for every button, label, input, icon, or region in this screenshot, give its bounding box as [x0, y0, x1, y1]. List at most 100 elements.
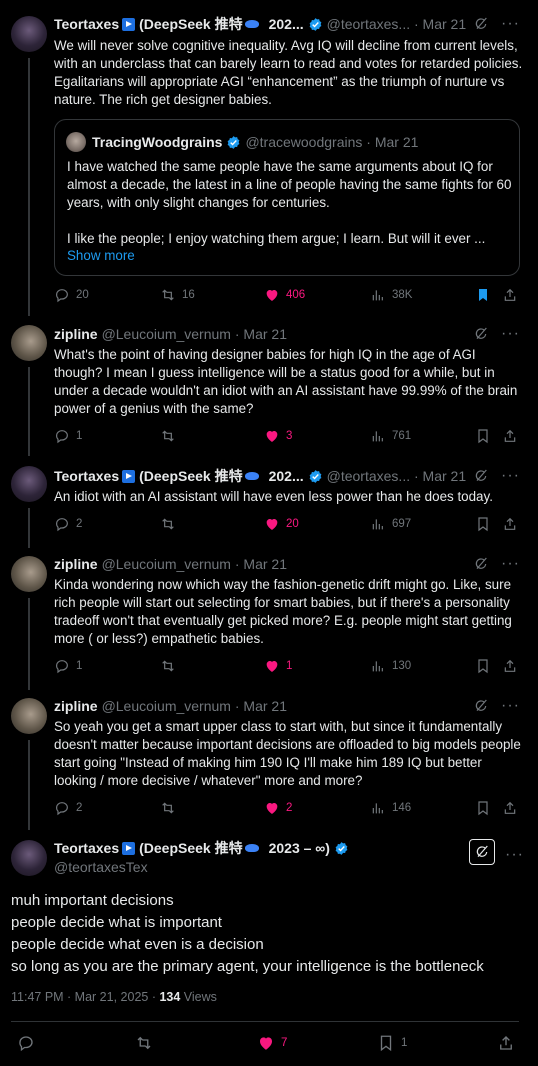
bookmark-button[interactable] — [475, 287, 497, 303]
quoted-tweet[interactable]: TracingWoodgrains @tracewoodgrains · Mar… — [54, 119, 520, 276]
reply-button[interactable]: 2 — [54, 516, 82, 532]
display-name[interactable]: zipline — [54, 698, 98, 714]
share-button[interactable] — [502, 800, 524, 816]
share-button[interactable] — [502, 287, 524, 303]
bookmark-icon — [475, 516, 491, 532]
handle[interactable]: @teortaxesTex — [54, 859, 148, 875]
display-name[interactable]: zipline — [54, 556, 98, 572]
avatar[interactable] — [11, 325, 47, 361]
heart-icon — [264, 658, 280, 674]
avatar[interactable] — [11, 698, 47, 734]
share-button[interactable] — [502, 516, 524, 532]
avatar[interactable] — [11, 840, 47, 876]
timestamp[interactable]: Mar 21 — [243, 326, 287, 342]
handle[interactable]: @Leucoium_vernum — [102, 326, 231, 342]
views-button[interactable]: 130 — [370, 658, 411, 674]
bookmark-button[interactable] — [475, 658, 497, 674]
text-line: people decide what is important — [11, 914, 222, 931]
grok-icon[interactable] — [473, 556, 489, 572]
tweet[interactable]: Teortaxes (DeepSeek 推特 202... @teortaxes… — [0, 458, 538, 550]
grok-icon[interactable] — [473, 698, 489, 714]
grok-icon[interactable] — [473, 326, 489, 342]
repost-icon — [160, 658, 176, 674]
timestamp[interactable]: Mar 21 — [423, 16, 467, 32]
timestamp[interactable]: Mar 21 — [243, 698, 287, 714]
views-button[interactable]: 697 — [370, 516, 411, 532]
display-name[interactable]: Teortaxes — [54, 16, 119, 32]
more-icon[interactable]: ··· — [501, 698, 520, 714]
share-button[interactable] — [502, 658, 524, 674]
display-name[interactable]: Teortaxes — [54, 840, 119, 856]
views-button[interactable]: 761 — [370, 428, 411, 444]
like-count: 2 — [286, 802, 293, 814]
tweet-header: Teortaxes (DeepSeek 推特 202... @teortaxes… — [54, 466, 466, 486]
views-label: Views — [180, 990, 217, 1004]
tweet[interactable]: zipline @Leucoium_vernum · Mar 21 ··· Wh… — [0, 318, 538, 458]
show-more-link[interactable]: Show more — [67, 247, 167, 265]
meta-row: 11:47 PM · Mar 21, 2025 · 134 Views — [11, 990, 217, 1004]
like-button[interactable]: 406 — [264, 287, 305, 303]
repost-button[interactable] — [160, 800, 182, 816]
avatar[interactable] — [11, 466, 47, 502]
tweet[interactable]: Teortaxes (DeepSeek 推特 202... @teortaxes… — [0, 0, 538, 318]
reply-button[interactable]: 2 — [54, 800, 82, 816]
bookmark-button[interactable] — [475, 800, 497, 816]
tweet[interactable]: zipline @Leucoium_vernum · Mar 21 ··· Ki… — [0, 550, 538, 692]
tweet-text: Kinda wondering now which way the fashio… — [54, 577, 512, 646]
repost-button[interactable] — [160, 516, 182, 532]
more-icon[interactable]: ··· — [501, 326, 520, 342]
views-button[interactable]: 38K — [370, 287, 412, 303]
like-button[interactable]: 20 — [264, 516, 299, 532]
reply-count: 2 — [76, 518, 83, 530]
more-icon[interactable]: ··· — [505, 847, 524, 863]
avatar[interactable] — [11, 16, 47, 52]
bookmark-button[interactable] — [475, 428, 497, 444]
repost-button[interactable] — [135, 1034, 159, 1052]
more-icon[interactable]: ··· — [501, 556, 520, 572]
display-name[interactable]: Teortaxes — [54, 468, 119, 484]
grok-icon[interactable] — [473, 468, 489, 484]
reply-icon — [54, 287, 70, 303]
repost-button[interactable] — [160, 658, 182, 674]
like-button[interactable]: 3 — [264, 428, 292, 444]
timestamp[interactable]: Mar 21 — [243, 556, 287, 572]
bookmark-button[interactable]: 1 — [377, 1034, 407, 1052]
grok-icon[interactable] — [473, 16, 489, 32]
repost-button[interactable] — [160, 428, 182, 444]
handle[interactable]: @Leucoium_vernum — [102, 698, 231, 714]
verified-icon — [226, 135, 241, 150]
share-button[interactable] — [497, 1034, 521, 1052]
more-icon[interactable]: ··· — [501, 468, 520, 484]
views-button[interactable]: 146 — [370, 800, 411, 816]
display-name-suffix: (DeepSeek 推特 — [139, 16, 243, 32]
reply-button[interactable] — [17, 1034, 41, 1052]
like-count: 1 — [286, 660, 293, 672]
bookmark-count: 1 — [401, 1037, 408, 1049]
grok-button[interactable] — [469, 839, 495, 865]
play-emoji-icon — [122, 841, 136, 855]
reply-button[interactable]: 20 — [54, 287, 89, 303]
tweet[interactable]: zipline @Leucoium_vernum · Mar 21 ··· So… — [0, 692, 538, 832]
tweet-top-actions: ··· — [473, 698, 520, 714]
reply-button[interactable]: 1 — [54, 428, 82, 444]
repost-icon — [135, 1034, 153, 1052]
bookmark-button[interactable] — [475, 516, 497, 532]
like-button[interactable]: 2 — [264, 800, 292, 816]
timestamp[interactable]: Mar 21 — [423, 468, 467, 484]
display-name-suffix: (DeepSeek 推特 — [139, 840, 243, 856]
post-timestamp[interactable]: 11:47 PM · Mar 21, 2025 · — [11, 990, 159, 1004]
handle[interactable]: @teortaxes... — [327, 16, 410, 32]
text-line: muh important decisions — [11, 892, 174, 909]
reply-button[interactable]: 1 — [54, 658, 82, 674]
like-button[interactable]: 7 — [257, 1034, 287, 1052]
handle[interactable]: @teortaxes... — [327, 468, 410, 484]
repost-button[interactable]: 16 — [160, 287, 195, 303]
share-button[interactable] — [502, 428, 524, 444]
more-icon[interactable]: ··· — [501, 16, 520, 32]
text-line: people decide what even is a decision — [11, 936, 264, 953]
display-name[interactable]: zipline — [54, 326, 98, 342]
like-button[interactable]: 1 — [264, 658, 292, 674]
quote-text: I have watched the same people have the … — [67, 159, 512, 210]
handle[interactable]: @Leucoium_vernum — [102, 556, 231, 572]
avatar[interactable] — [11, 556, 47, 592]
